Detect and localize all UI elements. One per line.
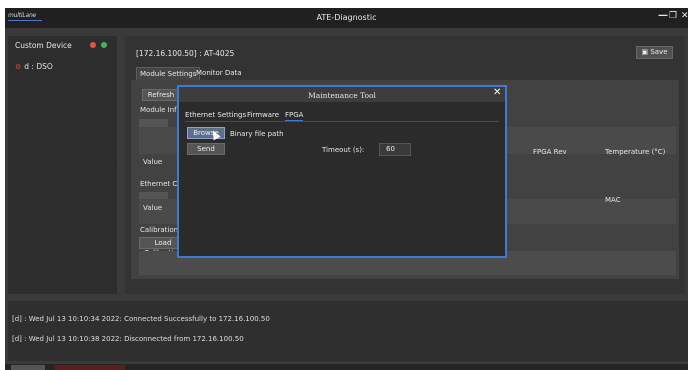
timeout-label: Timeout (s): — [322, 146, 365, 154]
status-tab[interactable] — [55, 365, 125, 370]
module-value-label: Value — [143, 158, 163, 166]
status-tab[interactable] — [11, 365, 45, 370]
ethernet-value-label: Value — [143, 204, 163, 212]
floppy-disk-icon: ▣ — [641, 48, 649, 56]
log-line: [d] : Wed Jul 13 10:10:38 2022: Disconne… — [12, 335, 244, 343]
save-button[interactable]: ▣ Save — [636, 46, 673, 59]
tab-monitor-data[interactable]: Monitor Data — [193, 67, 245, 80]
log-panel: [d] : Wed Jul 13 10:10:34 2022: Connecte… — [8, 301, 688, 361]
remove-device-button[interactable] — [90, 42, 96, 48]
close-button[interactable]: ✕ — [681, 11, 688, 21]
module-info-label: Module Info — [140, 106, 181, 114]
tab-fpga[interactable]: FPGA — [285, 109, 304, 121]
title-bar: multiLane ATE-Diagnostic — ❐ ✕ — [5, 8, 688, 28]
window-title: ATE-Diagnostic — [316, 13, 377, 22]
device-sidebar: Custom Device ⚙ d : DSO — [8, 36, 117, 294]
temperature-header: Temperature (°C) — [605, 148, 666, 156]
fpga-rev-header: FPGA Rev — [533, 148, 567, 156]
timeout-input[interactable]: 60 — [379, 143, 411, 156]
dialog-title-bar: Maintenance Tool ✕ — [179, 87, 505, 102]
gear-icon: ⚙ — [15, 63, 22, 71]
sidebar-item-dso[interactable]: ⚙ d : DSO — [15, 62, 53, 71]
binary-file-path-field[interactable]: Binary file path — [230, 130, 284, 138]
dialog-title: Maintenance Tool — [308, 91, 376, 100]
minimize-button[interactable]: — — [658, 10, 668, 21]
table-header-cell — [139, 119, 169, 127]
save-label: Save — [650, 48, 668, 56]
log-line: [d] : Wed Jul 13 10:10:34 2022: Connecte… — [12, 315, 270, 323]
device-address: [172.16.100.50] : AT-4025 — [136, 49, 235, 58]
mac-header: MAC — [605, 196, 621, 204]
refresh-button[interactable]: Refresh — [142, 89, 180, 101]
add-device-button[interactable] — [101, 42, 107, 48]
tab-module-settings[interactable]: Module Settings — [136, 67, 201, 80]
sidebar-item-label: d : DSO — [24, 62, 53, 71]
dialog-close-button[interactable]: ✕ — [493, 87, 501, 98]
send-button[interactable]: Send — [187, 143, 225, 155]
tab-divider — [185, 121, 499, 122]
tab-firmware[interactable]: Firmware — [247, 109, 279, 121]
status-bar — [5, 364, 688, 370]
sidebar-title: Custom Device — [15, 41, 72, 50]
tab-ethernet-settings[interactable]: Ethernet Settings — [185, 109, 246, 121]
sidebar-splitter-handle[interactable]: · · · — [118, 158, 120, 169]
restore-button[interactable]: ❐ — [669, 11, 677, 21]
maintenance-tool-dialog: Maintenance Tool ✕ Ethernet Settings Fir… — [177, 85, 507, 258]
